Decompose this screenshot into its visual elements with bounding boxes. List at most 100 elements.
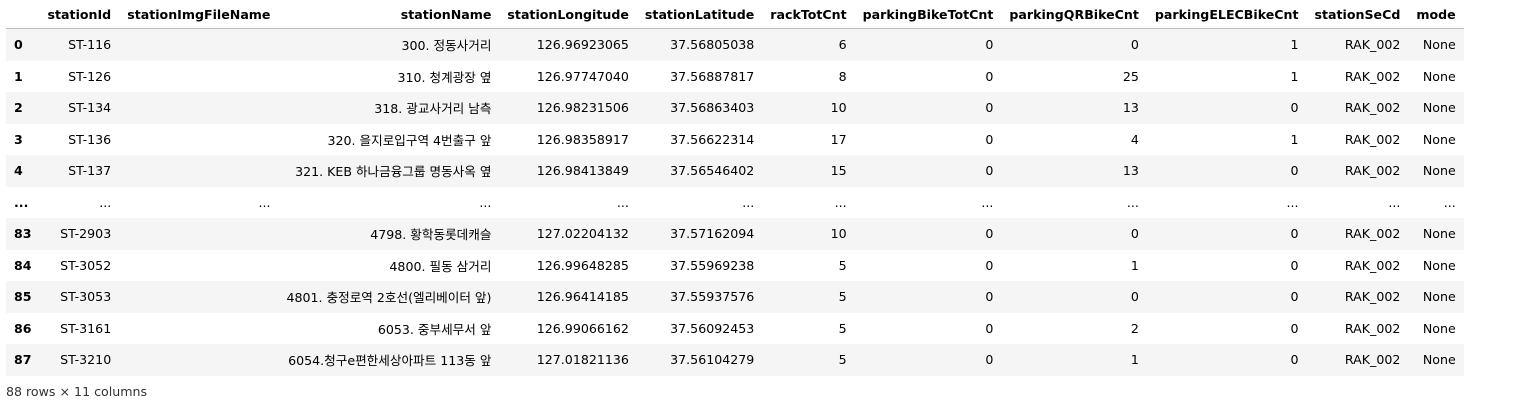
cell-stationlongitude: 126.98231506	[536, 100, 629, 116]
cell-parkingelecbikecnt: ...	[1286, 194, 1299, 210]
cell-mode: ...	[1443, 194, 1456, 210]
cell-stationid: ST-3052	[60, 257, 112, 273]
cell-stationlatitude: 37.55969238	[670, 257, 755, 273]
header-row: stationId stationImgFileName stationName st…	[6, 0, 1464, 29]
cell-mode: None	[1422, 352, 1456, 368]
cell-stationimgfilename	[119, 92, 278, 124]
cell-mode: None	[1422, 320, 1456, 336]
cell-stationlongitude: 126.98413849	[536, 163, 629, 179]
cell-stationid: ST-3210	[60, 352, 112, 368]
cell-stationsecd: RAK_002	[1344, 100, 1401, 116]
cell-racktotcnt: 5	[838, 257, 847, 273]
cell-stationlatitude: 37.56092453	[670, 320, 755, 336]
index-header	[6, 0, 40, 29]
cell-parkingelecbikecnt: 1	[1290, 68, 1299, 84]
row-index: 87	[14, 352, 32, 368]
cell-stationsecd: RAK_002	[1344, 131, 1401, 147]
cell-stationlongitude: 126.99648285	[536, 257, 629, 273]
row-index: 83	[14, 226, 32, 242]
cell-stationsecd: RAK_002	[1344, 37, 1401, 53]
cell-stationid: ST-116	[68, 37, 112, 53]
cell-mode: None	[1422, 257, 1456, 273]
column-header-racktotcnt: rackTotCnt	[762, 0, 855, 29]
cell-stationlatitude: 37.56805038	[670, 37, 755, 53]
cell-stationimgfilename	[119, 344, 278, 376]
cell-parkingbiketotcnt: 0	[985, 257, 994, 273]
cell-racktotcnt: 17	[830, 131, 847, 147]
cell-stationlatitude: 37.57162094	[670, 226, 755, 242]
cell-stationname: 6054.청구e편한세상아파트 113동 앞	[288, 353, 492, 369]
cell-stationlatitude: 37.56887817	[670, 68, 755, 84]
table-row: 3 ST-136 320. 을지로입구역 4번출구 앞 126.98358917 37.…	[6, 123, 1464, 155]
cell-parkingqrbikecnt: 2	[1130, 320, 1139, 336]
cell-parkingelecbikecnt: 1	[1290, 37, 1299, 53]
table-row: 4 ST-137 321. KEB 하나금융그룹 명동사옥 옆 126.9841384…	[6, 155, 1464, 187]
row-index: 86	[14, 320, 32, 336]
column-header-stationlongitude: stationLongitude	[499, 0, 637, 29]
cell-racktotcnt: 5	[838, 289, 847, 305]
cell-racktotcnt: 10	[830, 100, 847, 116]
cell-racktotcnt: 10	[830, 226, 847, 242]
table-row: 2 ST-134 318. 광교사거리 남측 126.98231506 37.56863…	[6, 92, 1464, 124]
table-row: 0 ST-116 300. 정동사거리 126.96923065 37.56805038…	[6, 28, 1464, 61]
cell-stationlatitude: 37.55937576	[670, 289, 755, 305]
cell-parkingqrbikecnt: 4	[1130, 131, 1139, 147]
cell-parkingbiketotcnt: 0	[985, 37, 994, 53]
cell-stationid: ST-3053	[60, 289, 112, 305]
column-header-parkingqrbikecnt: parkingQRBikeCnt	[1001, 0, 1147, 29]
cell-parkingelecbikecnt: 0	[1290, 320, 1299, 336]
shape-summary: 88 rows × 11 columns	[6, 383, 148, 399]
cell-stationlongitude: 126.98358917	[536, 131, 629, 147]
cell-parkingelecbikecnt: 0	[1290, 226, 1299, 242]
cell-mode: None	[1422, 289, 1456, 305]
cell-stationname: 318. 광교사거리 남측	[374, 101, 492, 117]
table-row: 86 ST-3161 6053. 중부세무서 앞 126.99066162 37.560…	[6, 312, 1464, 345]
cell-parkingqrbikecnt: 1	[1130, 257, 1139, 273]
cell-parkingelecbikecnt: 0	[1290, 352, 1299, 368]
cell-stationname: 321. KEB 하나금융그룹 명동사옥 옆	[295, 164, 492, 180]
cell-stationlongitude: 126.96923065	[536, 37, 629, 53]
cell-parkingelecbikecnt: 0	[1290, 100, 1299, 116]
row-index: 3	[14, 131, 23, 147]
cell-stationid: ST-137	[68, 163, 112, 179]
cell-stationname: 320. 을지로입구역 4번출구 앞	[327, 132, 492, 148]
cell-parkingqrbikecnt: 0	[1130, 289, 1139, 305]
cell-stationlongitude: 126.99066162	[536, 320, 629, 336]
cell-stationid: ST-3161	[60, 320, 112, 336]
cell-parkingqrbikecnt: 13	[1122, 100, 1139, 116]
cell-stationname: 4801. 충정로역 2호선(엘리베이터 앞)	[286, 290, 492, 306]
cell-parkingbiketotcnt: 0	[985, 352, 994, 368]
cell-parkingqrbikecnt: ...	[1126, 194, 1139, 210]
cell-stationid: ...	[99, 194, 112, 210]
row-index: 2	[14, 100, 23, 116]
cell-stationsecd: RAK_002	[1344, 163, 1401, 179]
table-row: 84 ST-3052 4800. 필동 삼거리 126.99648285 37.5596…	[6, 249, 1464, 282]
cell-parkingelecbikecnt: 0	[1290, 289, 1299, 305]
cell-parkingqrbikecnt: 1	[1130, 352, 1139, 368]
cell-stationimgfilename	[119, 61, 278, 93]
table-row: 87 ST-3210 6054.청구e편한세상아파트 113동 앞 127.01821…	[6, 344, 1464, 376]
cell-parkingqrbikecnt: 0	[1130, 37, 1139, 53]
cell-stationsecd: RAK_002	[1344, 320, 1401, 336]
column-header-stationlatitude: stationLatitude	[636, 0, 763, 29]
cell-parkingbiketotcnt: ...	[981, 194, 994, 210]
cell-racktotcnt: 6	[838, 37, 847, 53]
cell-mode: None	[1422, 226, 1456, 242]
cell-racktotcnt: ...	[834, 194, 847, 210]
cell-stationimgfilename	[119, 313, 278, 345]
ellipsis-row: ....................................	[6, 186, 1464, 218]
cell-stationimgfilename	[119, 250, 278, 282]
table-row: 1 ST-126 310. 청계광장 옆 126.97747040 37.5688781…	[6, 60, 1464, 93]
row-index: 85	[14, 289, 32, 305]
cell-racktotcnt: 5	[838, 320, 847, 336]
cell-parkingbiketotcnt: 0	[985, 289, 994, 305]
cell-parkingbiketotcnt: 0	[985, 320, 994, 336]
cell-stationname: 4798. 황학동롯데캐슬	[370, 227, 492, 243]
row-index: 4	[14, 163, 23, 179]
cell-stationimgfilename	[119, 281, 278, 313]
cell-parkingbiketotcnt: 0	[985, 226, 994, 242]
cell-stationlongitude: 126.96414185	[536, 289, 629, 305]
column-header-mode: mode	[1408, 0, 1464, 29]
cell-parkingelecbikecnt: 0	[1290, 163, 1299, 179]
cell-stationlongitude: 126.97747040	[536, 68, 629, 84]
